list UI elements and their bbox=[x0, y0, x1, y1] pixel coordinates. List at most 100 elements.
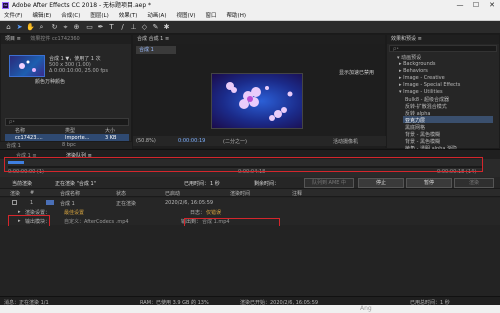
render-status-row: 当前渲染 正在渲染 "合成 1" 已用时间： 1 秒 剩余时间： 队列到 AME… bbox=[0, 177, 500, 189]
job-comp-name: 合成 1 bbox=[60, 201, 75, 207]
zoom-level[interactable]: (50.8%) bbox=[136, 138, 156, 144]
render-queue-header: 渲染 # 合成名称 状态 已启动 渲染时间 注释 bbox=[0, 189, 500, 197]
effects-search-input[interactable]: ρ• bbox=[389, 45, 497, 52]
home-icon[interactable]: ⌂ bbox=[4, 23, 13, 32]
effects-item[interactable]: ▾ Image - Utilities bbox=[399, 89, 443, 95]
col-status[interactable]: 状态 bbox=[116, 190, 126, 197]
rectangle-tool-icon[interactable]: ▭ bbox=[85, 23, 94, 32]
render-queue-empty-area bbox=[0, 226, 500, 296]
effects-item[interactable]: 背景 - 黑色模糊 bbox=[405, 138, 440, 145]
brush-tool-icon[interactable]: / bbox=[118, 23, 127, 32]
project-columns: 名称 类型 大小 bbox=[5, 127, 129, 134]
effects-presets-panel: 效果和预设 ≡ ρ• ▾ 动画预设 ▸ Backgrounds ▸ Behavi… bbox=[386, 34, 500, 152]
col-comp-name[interactable]: 合成名称 bbox=[60, 190, 80, 197]
elapsed-label: 已用时间： bbox=[184, 181, 210, 187]
col-comment[interactable]: 注释 bbox=[292, 190, 302, 197]
menu-help[interactable]: 帮助(H) bbox=[227, 11, 246, 20]
bpc-indicator[interactable]: 8 bpc bbox=[62, 142, 76, 148]
file-size: 3 KB bbox=[105, 134, 117, 141]
col-render[interactable]: 渲染 bbox=[10, 190, 20, 197]
file-name: cc17423.... bbox=[15, 134, 43, 141]
menu-edit[interactable]: 编辑(E) bbox=[32, 11, 51, 20]
effects-item[interactable]: ▸ Image - Special Effects bbox=[399, 82, 460, 88]
effects-item[interactable]: Bulk8 - 超级合成器 bbox=[405, 96, 449, 103]
queue-to-ame-button[interactable]: 队列到 AME 中 bbox=[304, 178, 354, 188]
menu-animation[interactable]: 动画(A) bbox=[147, 11, 166, 20]
remaining-label: 剩余时间： bbox=[254, 181, 280, 187]
camera-tool-icon[interactable]: ⌖ bbox=[61, 23, 70, 32]
file-type: Importe... bbox=[65, 134, 90, 141]
tools-bar: ⌂ ➤ ✋ ⌕ ↻ ⌖ ⊕ ▭ ✒ T / ⊥ ◇ ✎ ✱ bbox=[0, 21, 500, 34]
composition-viewer[interactable] bbox=[211, 73, 303, 129]
effects-item[interactable]: 黑底网格 bbox=[405, 124, 425, 131]
minimize-button[interactable]: — bbox=[452, 0, 468, 11]
stop-button[interactable]: 停止 bbox=[358, 178, 404, 188]
project-item-name: 合成 1 ▼，使用了 1 次 bbox=[49, 56, 101, 62]
project-search-input[interactable]: ρ• bbox=[5, 118, 129, 126]
col-started[interactable]: 已启动 bbox=[165, 190, 180, 197]
composition-tab[interactable]: 合成 合成 1 ≡ bbox=[133, 35, 385, 44]
maximize-button[interactable]: ☐ bbox=[468, 0, 484, 11]
col-size[interactable]: 大小 bbox=[105, 127, 115, 134]
project-thumbnail bbox=[9, 55, 45, 77]
render-settings-value[interactable]: 最佳设置 bbox=[64, 209, 84, 216]
effects-tab[interactable]: 效果和预设 ≡ bbox=[387, 35, 499, 44]
render-button[interactable]: 渲染 bbox=[454, 178, 494, 188]
render-status-bar: 消息：正在渲染 1/1 RAM：已使用 3.9 GB 的 13% 渲染已开始：2… bbox=[0, 296, 500, 306]
eraser-tool-icon[interactable]: ◇ bbox=[140, 23, 149, 32]
resolution[interactable]: (二分之一) bbox=[223, 138, 247, 145]
menu-file[interactable]: 文件(F) bbox=[4, 11, 22, 20]
tab-effect-controls[interactable]: 效果控件 cc1742360 bbox=[30, 36, 79, 42]
menu-view[interactable]: 视图(V) bbox=[176, 11, 195, 20]
menu-layer[interactable]: 图层(L) bbox=[90, 11, 108, 20]
project-row[interactable]: cc17423.... Importe... 3 KB bbox=[5, 134, 129, 141]
output-module-value[interactable]: 自定义：AfterCodecs .mp4 bbox=[64, 218, 129, 225]
ae-app-icon: Ae bbox=[2, 2, 9, 9]
zoom-tool-icon[interactable]: ⌕ bbox=[37, 23, 46, 32]
menu-window[interactable]: 窗口 bbox=[206, 11, 217, 20]
roto-brush-icon[interactable]: ✎ bbox=[151, 23, 160, 32]
label-color-swatch[interactable] bbox=[46, 200, 54, 205]
effects-item[interactable]: ▸ Backgrounds bbox=[399, 61, 436, 67]
selection-tool-icon[interactable]: ➤ bbox=[15, 23, 24, 32]
col-name[interactable]: 名称 bbox=[15, 127, 25, 134]
hand-tool-icon[interactable]: ✋ bbox=[26, 23, 35, 32]
puppet-tool-icon[interactable]: ✱ bbox=[162, 23, 171, 32]
current-render-label: 当前渲染 bbox=[12, 181, 33, 187]
pan-behind-icon[interactable]: ⊕ bbox=[72, 23, 81, 32]
render-settings-row: ▸ 渲染设置： 最佳设置 日志： 仅错误 bbox=[0, 207, 500, 216]
viewer-controls: (50.8%) 0:00:00:19 (二分之一) 活动摄像机 bbox=[133, 136, 387, 146]
pause-button[interactable]: 暂停 bbox=[406, 178, 452, 188]
effects-item[interactable]: ▸ Behaviors bbox=[399, 68, 428, 74]
elapsed-value: 1 秒 bbox=[210, 181, 220, 187]
rendering-comp-label: 正在渲染 "合成 1" bbox=[55, 181, 96, 187]
close-button[interactable]: ✕ bbox=[484, 0, 500, 11]
current-time[interactable]: 0:00:00:19 bbox=[178, 138, 205, 144]
active-camera[interactable]: 活动摄像机 bbox=[333, 138, 358, 145]
pen-tool-icon[interactable]: ✒ bbox=[96, 23, 105, 32]
log-label: 日志： bbox=[190, 210, 206, 216]
effects-item-selected[interactable]: 亚克力层 bbox=[403, 116, 493, 124]
tab-project[interactable]: 项目 ≡ bbox=[5, 36, 21, 42]
type-tool-icon[interactable]: T bbox=[107, 23, 116, 32]
render-queue-row[interactable]: 1 合成 1 正在渲染 2020/2/6, 16:05:59 bbox=[0, 198, 500, 207]
project-footer: 合成 1 8 bpc bbox=[2, 142, 132, 149]
menu-bar: 文件(F) 编辑(E) 合成(C) 图层(L) 效果(T) 动画(A) 视图(V… bbox=[0, 11, 500, 21]
log-value[interactable]: 仅错误 bbox=[206, 209, 221, 216]
window-titlebar: Ae Adobe After Effects CC 2018 - 无标题项目.a… bbox=[0, 0, 500, 11]
job-status: 正在渲染 bbox=[116, 201, 137, 207]
clone-stamp-icon[interactable]: ⊥ bbox=[129, 23, 138, 32]
effects-item[interactable]: 反转-扩散混合模式 bbox=[405, 103, 447, 110]
job-number: 1 bbox=[30, 200, 34, 206]
composition-subtab[interactable]: 合成 1 bbox=[136, 46, 176, 54]
col-render-time[interactable]: 渲染时间 bbox=[230, 190, 250, 197]
effects-item[interactable]: 背景 - 黑色模糊 bbox=[405, 131, 440, 138]
effects-item[interactable]: ▾ 动画预设 bbox=[397, 54, 421, 61]
effects-item[interactable]: ▸ Image - Creative bbox=[399, 75, 445, 81]
menu-effect[interactable]: 效果(T) bbox=[119, 11, 138, 20]
menu-composition[interactable]: 合成(C) bbox=[61, 11, 80, 20]
rotate-tool-icon[interactable]: ↻ bbox=[50, 23, 59, 32]
col-number[interactable]: # bbox=[30, 190, 34, 196]
col-type[interactable]: 类型 bbox=[65, 127, 75, 134]
render-checkbox[interactable] bbox=[12, 200, 17, 205]
